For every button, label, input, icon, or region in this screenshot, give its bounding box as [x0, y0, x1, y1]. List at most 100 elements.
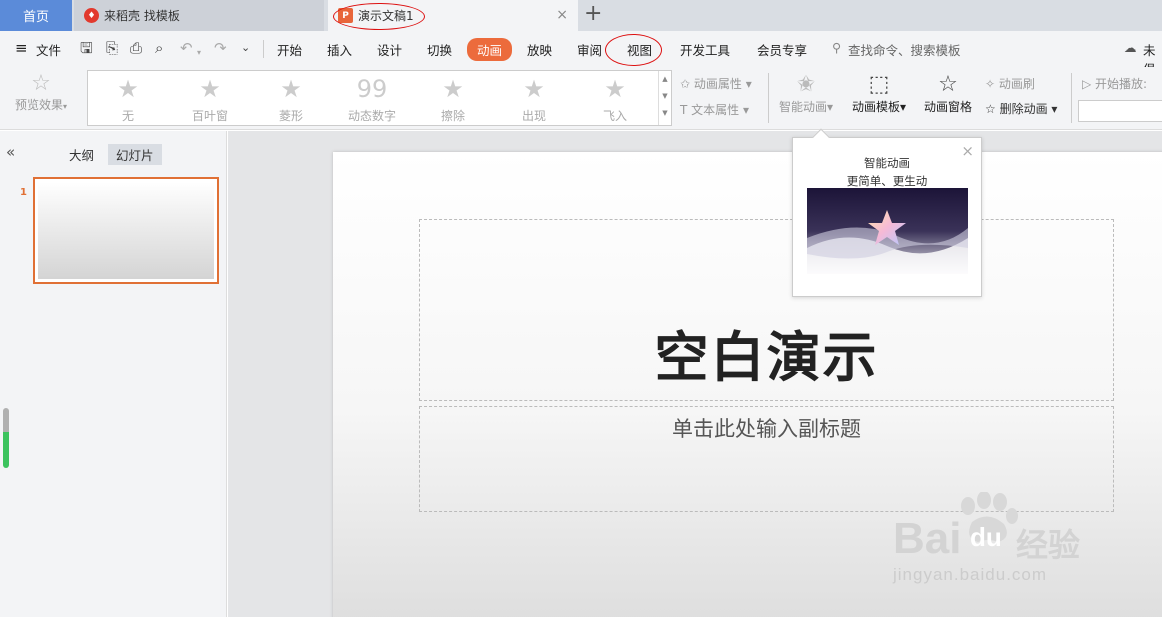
menu-transition[interactable]: 切换	[427, 40, 452, 59]
gallery-item-wipe[interactable]: ★ 擦除	[413, 75, 493, 124]
blinds-star-icon: ★	[199, 75, 221, 103]
gallery-item-fly-in[interactable]: ★ 飞入	[575, 75, 655, 124]
gallery-item-none[interactable]: ★ 无	[88, 75, 168, 124]
tab-bar: 首页 ♦ 来稻壳 找模板 P 演示文稿1 × +	[0, 0, 1162, 31]
smart-animation-button[interactable]: ✬ 智能动画▾	[776, 72, 836, 115]
start-play-label: ▷ 开始播放:	[1082, 77, 1148, 91]
tab-docer[interactable]: ♦ 来稻壳 找模板	[74, 0, 324, 31]
menu-icon[interactable]: ≡	[15, 39, 28, 57]
undo-dropdown-icon[interactable]: ▾	[197, 45, 201, 61]
redo-icon[interactable]: ↷	[214, 40, 227, 56]
animation-pane-label: 动画窗格	[923, 100, 972, 114]
tab-home[interactable]: 首页	[0, 0, 72, 31]
smart-animation-preview	[807, 188, 968, 274]
tab-docer-label: 来稻壳 找模板	[104, 9, 180, 23]
watermark-url: jingyan.baidu.com	[893, 565, 1048, 584]
diamond-star-icon: ★	[280, 75, 302, 103]
animation-brush-label: 动画刷	[998, 77, 1035, 91]
gallery-item-dynamic-number[interactable]: 99 动态数字	[332, 75, 412, 124]
animation-gallery: ★ 无 ★ 百叶窗 ★ 菱形 99 动态数字 ★ 擦除 ★ 出现 ★ 飞入 ▲ ▼ ▼	[87, 70, 672, 126]
annotation-oval-view	[605, 34, 662, 66]
close-icon[interactable]: ×	[556, 7, 568, 23]
popup-preview-image[interactable]	[807, 188, 968, 274]
number-99-icon: 99	[356, 75, 388, 103]
tab-slides[interactable]: 幻灯片	[108, 144, 162, 165]
gallery-label: 出现	[521, 109, 546, 123]
star-icon: ★	[117, 75, 139, 103]
print-icon[interactable]: ⎙	[130, 40, 142, 56]
separator	[768, 73, 769, 123]
menu-bar: ≡ 文件 🖫 ⎘ ⎙ ⌕ ↶ ▾ ↷ ⌄ 开始 插入 设计 切换 动画 放映 审…	[0, 31, 1162, 77]
delete-animation-label: 删除动画	[999, 102, 1048, 116]
gallery-item-appear[interactable]: ★ 出现	[494, 75, 574, 124]
docer-icon: ♦	[84, 8, 99, 23]
collapse-panel-icon[interactable]: «	[6, 143, 15, 161]
watermark-suffix: 经验	[1016, 526, 1081, 564]
menu-insert[interactable]: 插入	[327, 40, 352, 59]
gallery-label: 动态数字	[347, 109, 396, 123]
customize-toolbar-icon[interactable]: ⌄	[241, 40, 250, 56]
start-play-text: 开始播放:	[1095, 77, 1148, 91]
slide-panel: « 大纲 幻灯片 1	[0, 131, 227, 617]
watermark-brand: Bai	[893, 514, 962, 563]
animation-template-label: 动画模板	[851, 100, 900, 114]
preview-effect-button[interactable]: ☆ 预览效果▾	[10, 72, 72, 113]
watermark-brand-du: du	[970, 522, 1002, 552]
gallery-item-diamond[interactable]: ★ 菱形	[251, 75, 331, 124]
annotation-oval-tab	[333, 3, 425, 30]
gallery-label: 菱形	[278, 109, 303, 123]
animation-brush-button[interactable]: ✧ 动画刷	[985, 75, 1035, 92]
menu-review[interactable]: 审阅	[577, 40, 602, 59]
menu-member[interactable]: 会员专享	[757, 40, 807, 59]
animation-pane-button[interactable]: ☆ 动画窗格	[920, 72, 976, 115]
menu-start[interactable]: 开始	[277, 40, 302, 59]
gallery-scrollbar[interactable]: ▲ ▼ ▼	[658, 71, 671, 125]
text-props-button[interactable]: T 文本属性 ▾	[680, 101, 749, 118]
slide-subtitle: 单击此处输入副标题	[672, 417, 861, 441]
cloud-icon: ☁	[1124, 40, 1137, 55]
slide-title: 空白演示	[654, 326, 879, 389]
title-placeholder[interactable]: 空白演示	[419, 219, 1114, 401]
anim-props-label: 动画属性	[693, 77, 742, 91]
anim-props-button[interactable]: ✩ 动画属性 ▾	[680, 75, 752, 92]
export-pdf-icon[interactable]: ⎘	[106, 40, 118, 56]
animation-template-button[interactable]: ⬚ 动画模板▾	[847, 72, 911, 115]
start-play-select[interactable]	[1078, 100, 1162, 122]
smart-animation-popup: × 智能动画 更简单、更生动	[792, 128, 982, 297]
template-cursor-icon: ⬚	[868, 72, 890, 97]
separator	[263, 40, 264, 58]
appear-star-icon: ★	[523, 75, 545, 103]
slide-thumbnail-preview	[38, 182, 214, 279]
pane-star-icon: ☆	[938, 72, 958, 97]
text-props-label: 文本属性	[691, 103, 740, 117]
gallery-item-blinds[interactable]: ★ 百叶窗	[170, 75, 250, 124]
slide-thumbnail[interactable]	[33, 177, 219, 284]
search-icon: ⚲	[832, 40, 842, 55]
gallery-label: 百叶窗	[191, 109, 228, 123]
smart-animation-label: 智能动画	[778, 100, 827, 114]
add-tab-icon[interactable]: +	[584, 3, 602, 25]
baidu-watermark-logo: Bai du 经验	[888, 491, 1103, 565]
scroll-indicator[interactable]	[3, 408, 9, 468]
gallery-label: 擦除	[440, 109, 465, 123]
star-outline-icon: ☆	[31, 71, 51, 96]
menu-animation[interactable]: 动画	[467, 38, 513, 61]
save-icon[interactable]: 🖫	[80, 40, 93, 56]
menu-design[interactable]: 设计	[377, 40, 402, 59]
print-preview-icon[interactable]: ⌕	[155, 40, 163, 56]
tab-outline[interactable]: 大纲	[69, 145, 94, 164]
menu-developer[interactable]: 开发工具	[680, 40, 730, 59]
tab-home-label: 首页	[22, 10, 49, 25]
file-menu[interactable]: 文件	[36, 40, 61, 59]
smart-star-icon: ✬	[796, 72, 816, 97]
delete-animation-button[interactable]: ☆ 删除动画 ▾	[985, 100, 1057, 117]
fly-in-star-icon: ★	[604, 75, 626, 103]
preview-effect-label: 预览效果	[14, 98, 63, 112]
wipe-star-icon: ★	[442, 75, 464, 103]
search-command[interactable]: 查找命令、搜索模板	[848, 40, 961, 59]
slide-number: 1	[20, 187, 27, 198]
separator	[1071, 73, 1072, 123]
undo-icon[interactable]: ↶	[180, 40, 193, 56]
popup-title: 智能动画	[864, 156, 910, 170]
menu-slideshow[interactable]: 放映	[527, 40, 552, 59]
